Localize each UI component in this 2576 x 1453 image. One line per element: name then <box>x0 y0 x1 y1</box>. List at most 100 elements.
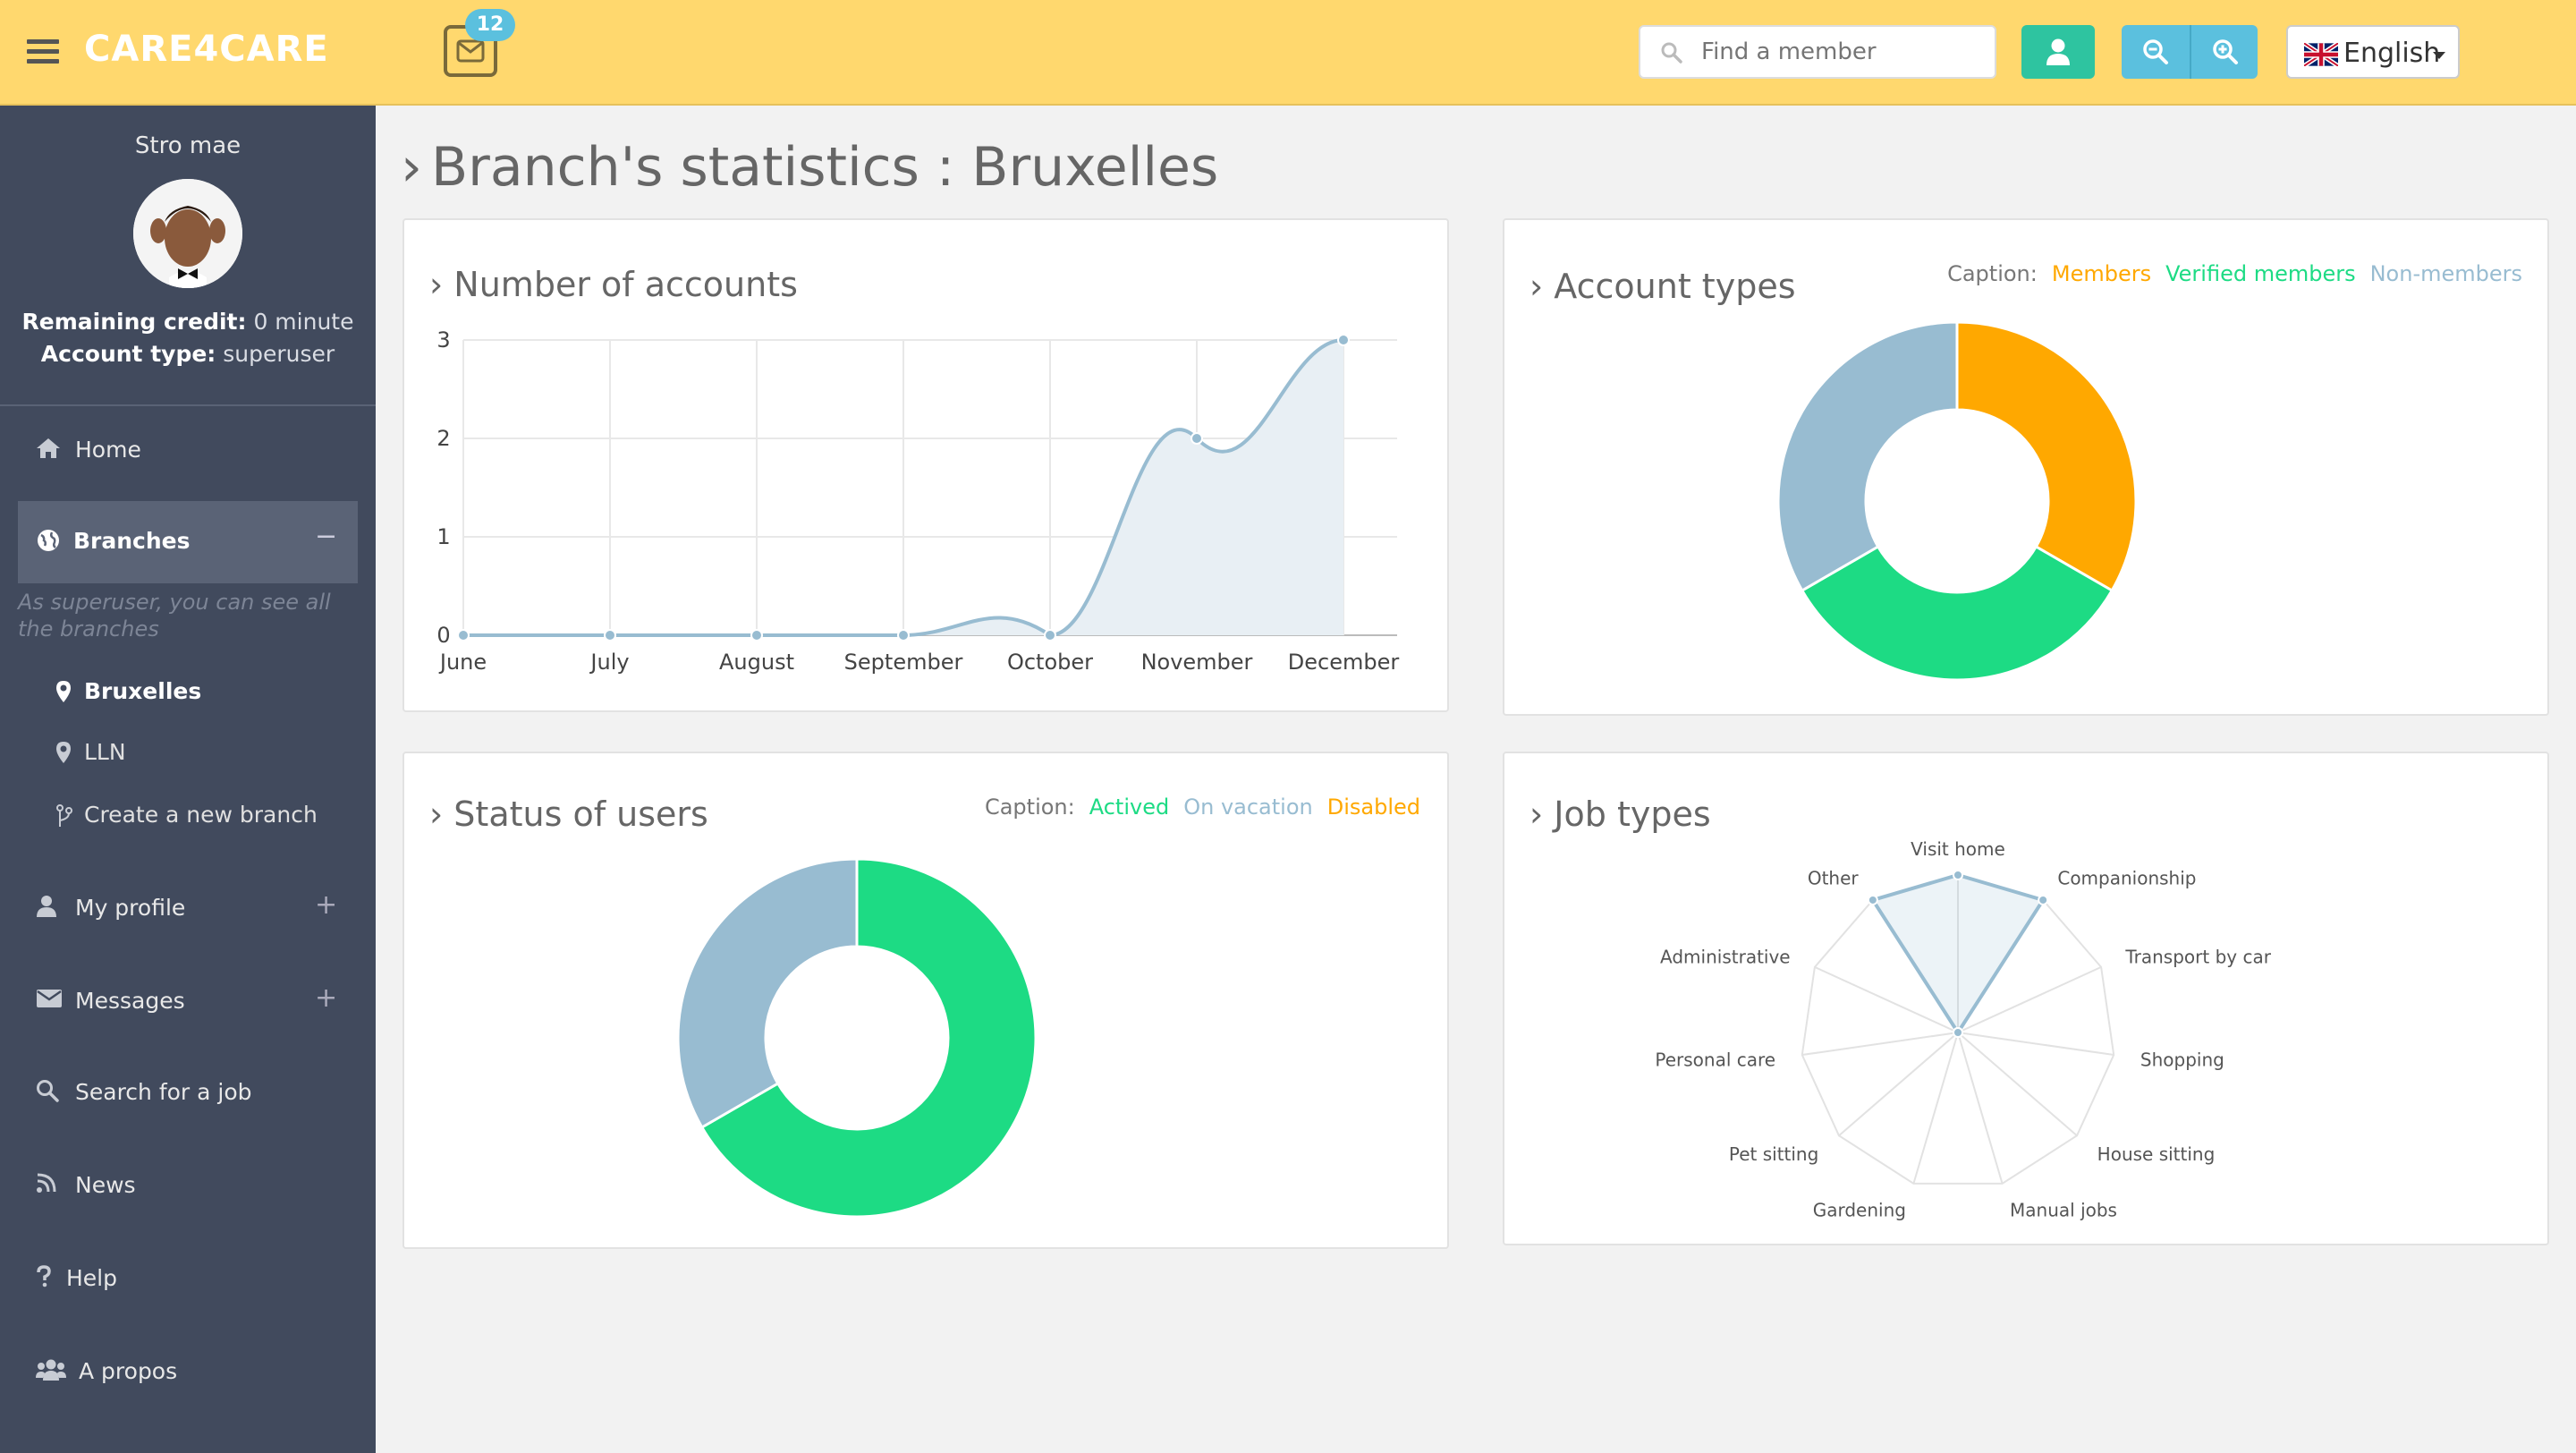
branch-label: Create a new branch <box>84 802 318 828</box>
radar-point <box>1953 1027 1963 1038</box>
expand-toggle[interactable]: + <box>315 982 337 1014</box>
collapse-toggle[interactable]: − <box>315 521 337 552</box>
branch-item-bruxelles[interactable]: Bruxelles <box>0 669 376 714</box>
radar-spoke <box>1957 1032 2004 1185</box>
create-branch-link[interactable]: Create a new branch <box>0 793 376 837</box>
x-tick-label: August <box>719 650 794 675</box>
search-icon <box>1661 42 1682 64</box>
accounts-chart-panel: › Number of accounts 0 1 2 3 June July August S… <box>402 218 1449 712</box>
home-icon <box>37 438 60 458</box>
zoom-in-button[interactable] <box>2190 25 2258 79</box>
sidebar-item-label: Messages <box>75 988 185 1014</box>
map-marker-icon <box>56 742 71 763</box>
expand-toggle[interactable]: + <box>315 889 337 921</box>
account-type-value: superuser <box>223 341 335 367</box>
radar-axis-label: Personal care <box>1655 1049 1775 1070</box>
user-icon <box>37 896 56 917</box>
chevron-right-icon: › <box>401 136 422 199</box>
credit-value: 0 minute <box>253 309 354 335</box>
y-tick-label: 1 <box>436 524 450 549</box>
radar-axis-label: Pet sitting <box>1729 1143 1818 1165</box>
sidebar-item-label: News <box>75 1172 136 1198</box>
page-title-text: Branch's statistics : Bruxelles <box>431 136 1219 199</box>
sidebar-item-label: Home <box>75 437 141 463</box>
branch-item-lln[interactable]: LLN <box>0 730 376 775</box>
radar-point <box>1953 870 1963 880</box>
branch-icon <box>56 804 72 827</box>
radar-axis-label: House sitting <box>2097 1143 2216 1165</box>
users-icon <box>36 1359 66 1381</box>
menu-icon[interactable] <box>27 39 59 64</box>
data-point <box>750 629 763 642</box>
sidebar-item-label: A propos <box>79 1358 178 1384</box>
accounts-line-chart: 0 1 2 3 June July August September October Novemb… <box>436 327 1400 675</box>
sidebar-item-home[interactable]: Home <box>0 422 376 476</box>
radar-spoke <box>1912 1032 1959 1185</box>
radar-axis-label: Other <box>1808 868 1860 889</box>
rss-icon <box>37 1173 56 1193</box>
radar-point <box>1867 894 1878 905</box>
sidebar-item-label: My profile <box>75 895 186 921</box>
radar-axis-label: Visit home <box>1911 838 2005 860</box>
member-search[interactable] <box>1639 25 1996 79</box>
account-types-donut <box>1776 320 2138 682</box>
search-input[interactable] <box>1701 36 1979 68</box>
data-point <box>1044 629 1056 642</box>
x-tick-label: June <box>438 650 487 675</box>
sidebar-item-help[interactable]: Help <box>0 1251 376 1304</box>
envelope-icon <box>37 990 62 1007</box>
y-tick-label: 2 <box>436 426 450 451</box>
sidebar: Stro mae Remaining credit: 0 minute Acco… <box>0 106 376 1453</box>
sidebar-item-label: Search for a job <box>75 1079 252 1105</box>
radar-axis-label: Shopping <box>2140 1049 2224 1070</box>
envelope-icon <box>456 39 485 63</box>
sidebar-item-label: Branches <box>73 528 191 554</box>
credit-info: Remaining credit: 0 minute Account type:… <box>0 306 376 370</box>
top-bar: CARE4CARE 12 English <box>0 0 2576 106</box>
globe-icon <box>38 530 59 551</box>
sidebar-item-search-job[interactable]: Search for a job <box>0 1065 376 1118</box>
uk-flag-icon <box>2304 43 2338 66</box>
sidebar-divider <box>0 404 376 406</box>
radar-point <box>2038 894 2049 905</box>
radar-axis-label: Administrative <box>1660 946 1791 967</box>
sidebar-item-a-propos[interactable]: A propos <box>0 1344 376 1398</box>
y-tick-label: 0 <box>436 623 450 648</box>
user-icon <box>2046 38 2070 65</box>
radar-axis-label: Manual jobs <box>2010 1200 2117 1221</box>
x-tick-label: October <box>1007 650 1093 675</box>
job-types-panel: › Job types Visit home Companionship Trans… <box>1503 752 2549 1245</box>
radar-series <box>1869 872 2046 1036</box>
zoom-out-button[interactable] <box>2122 25 2190 79</box>
zoom-in-icon <box>2213 39 2238 64</box>
pie-slice-verified-members <box>1800 544 2114 682</box>
pie-slice-members <box>1955 320 2138 593</box>
language-select[interactable]: English <box>2286 25 2460 79</box>
mail-count-badge: 12 <box>465 9 515 41</box>
brand-logo[interactable]: CARE4CARE <box>84 29 329 70</box>
sidebar-item-my-profile[interactable]: My profile + <box>0 880 376 934</box>
branch-note: As superuser, you can see all the branch… <box>18 590 331 642</box>
x-tick-label: December <box>1288 650 1400 675</box>
data-point <box>604 629 616 642</box>
sidebar-item-branches[interactable]: Branches − <box>18 501 358 583</box>
branch-label: LLN <box>84 739 126 765</box>
radar-spoke <box>1957 1032 2078 1137</box>
sidebar-item-news[interactable]: News <box>0 1158 376 1211</box>
x-tick-label: September <box>844 650 963 675</box>
pie-slice-on-vacation <box>676 857 859 1130</box>
question-icon <box>37 1265 51 1287</box>
status-users-panel: › Status of users Caption: Actived On vaca… <box>402 752 1449 1249</box>
avatar[interactable] <box>133 179 242 288</box>
radar-axis-label: Gardening <box>1813 1200 1906 1221</box>
radar-axis-label: Companionship <box>2057 868 2196 889</box>
y-tick-label: 3 <box>436 327 450 353</box>
sidebar-item-messages[interactable]: Messages + <box>0 973 376 1027</box>
sidebar-item-label: Help <box>66 1265 117 1291</box>
account-type-label: Account type: <box>40 341 216 367</box>
radar-axis-label: Transport by car <box>2124 946 2271 967</box>
data-point <box>897 629 910 642</box>
zoom-out-icon <box>2143 39 2168 64</box>
user-button[interactable] <box>2021 25 2095 79</box>
user-name: Stro mae <box>134 132 242 159</box>
